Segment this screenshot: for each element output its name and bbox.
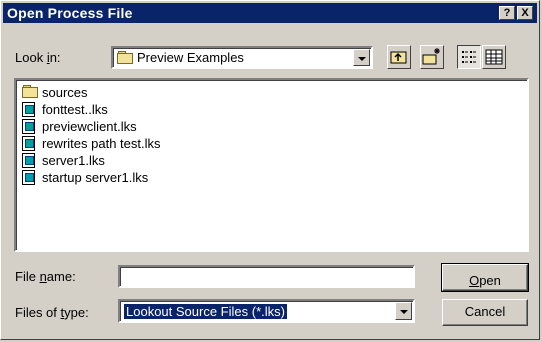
list-item-file[interactable]: startup server1.lks xyxy=(22,169,148,185)
cancel-button[interactable]: Cancel xyxy=(442,299,528,326)
process-file-icon xyxy=(22,119,38,134)
filename-label: File name: xyxy=(15,269,76,284)
new-folder-icon xyxy=(422,48,440,65)
filetype-label: Files of type: xyxy=(15,305,89,320)
file-list[interactable]: sources fonttest..lks previewclient.lks … xyxy=(14,78,529,252)
details-view-icon xyxy=(485,49,503,65)
open-process-file-dialog: Open Process File ? X Look in: Preview E… xyxy=(0,0,540,340)
filename-input[interactable] xyxy=(118,265,415,288)
list-item-label: previewclient.lks xyxy=(42,118,137,134)
list-item-file[interactable]: fonttest..lks xyxy=(22,101,108,117)
list-item-label: startup server1.lks xyxy=(42,169,149,185)
process-file-icon xyxy=(22,102,38,117)
process-file-icon xyxy=(22,136,38,151)
up-one-level-icon xyxy=(390,51,407,64)
help-button[interactable]: ? xyxy=(499,6,515,20)
list-view-icon xyxy=(462,51,476,63)
list-item-sources[interactable]: sources xyxy=(22,84,88,100)
filetype-dropdown-arrow[interactable] xyxy=(395,302,412,320)
list-item-label: sources xyxy=(42,84,88,100)
lookin-dropdown-arrow[interactable] xyxy=(353,49,370,66)
close-button[interactable]: X xyxy=(517,6,533,20)
filetype-dropdown[interactable]: Lookout Source Files (*.lks) xyxy=(118,299,415,323)
list-item-file[interactable]: rewrites path test.lks xyxy=(22,135,161,151)
filetype-value: Lookout Source Files (*.lks) xyxy=(123,303,288,320)
dialog-title: Open Process File xyxy=(7,5,133,21)
list-item-file[interactable]: previewclient.lks xyxy=(22,118,137,134)
list-view-button[interactable] xyxy=(457,45,481,69)
process-file-icon xyxy=(22,153,38,168)
lookin-value: Preview Examples xyxy=(137,50,244,65)
lookin-dropdown[interactable]: Preview Examples xyxy=(111,46,373,69)
list-item-file[interactable]: server1.lks xyxy=(22,152,105,168)
process-file-icon xyxy=(22,170,38,185)
folder-icon xyxy=(22,85,38,99)
details-view-button[interactable] xyxy=(482,45,506,69)
open-button[interactable]: Open xyxy=(441,263,529,292)
new-folder-button[interactable] xyxy=(420,45,444,69)
list-item-label: server1.lks xyxy=(42,152,105,168)
list-item-label: fonttest..lks xyxy=(42,101,108,117)
list-item-label: rewrites path test.lks xyxy=(42,135,161,151)
up-one-level-button[interactable] xyxy=(387,45,411,69)
lookin-label: Look in: xyxy=(15,50,61,65)
open-folder-icon xyxy=(117,51,133,64)
title-bar[interactable]: Open Process File ? X xyxy=(3,3,537,23)
